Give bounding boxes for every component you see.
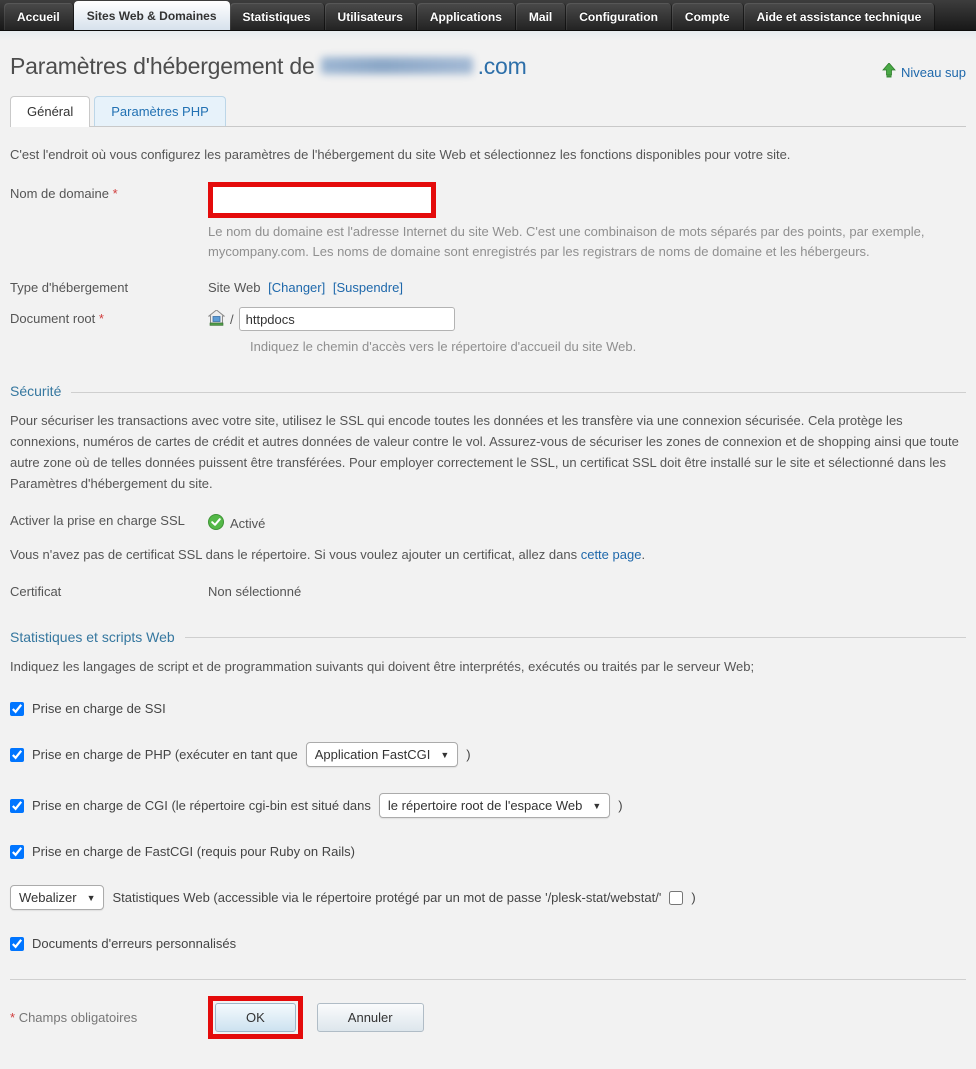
path-slash: /	[230, 312, 234, 327]
tab-general[interactable]: Général	[10, 96, 90, 127]
top-navigation: Accueil Sites Web & Domaines Statistique…	[0, 0, 976, 31]
chevron-down-icon: ▼	[440, 750, 449, 760]
cgi-bin-selected-value: le répertoire root de l'espace Web	[388, 798, 582, 813]
page-intro-text: C'est l'endroit où vous configurez les p…	[10, 147, 966, 162]
nav-tab-mail[interactable]: Mail	[516, 3, 566, 30]
document-root-hint: Indiquez le chemin d'accès vers le réper…	[250, 337, 966, 357]
fastcgi-label: Prise en charge de FastCGI (requis pour …	[32, 844, 355, 859]
required-asterisk: *	[99, 311, 104, 326]
domain-name-label: Nom de domaine *	[10, 182, 208, 201]
domain-suffix: .com	[478, 53, 527, 79]
required-asterisk: *	[113, 186, 118, 201]
webscripts-section-heading: Statistiques et scripts Web	[10, 629, 175, 645]
nav-tab-configuration[interactable]: Configuration	[566, 3, 672, 30]
document-root-input[interactable]	[239, 307, 455, 331]
cgi-bin-location-select[interactable]: le répertoire root de l'espace Web ▼	[379, 793, 610, 818]
nav-tab-sites-web-domaines[interactable]: Sites Web & Domaines	[74, 1, 230, 30]
cgi-checkbox[interactable]	[10, 799, 24, 813]
certificate-note: Vous n'avez pas de certificat SSL dans l…	[10, 547, 966, 562]
enabled-check-icon	[208, 514, 224, 533]
page-title: Paramètres d'hébergement de .com	[10, 53, 527, 80]
up-level-label: Niveau sup	[901, 65, 966, 80]
certificate-value: Non sélectionné	[208, 584, 966, 599]
webstat-selected-value: Webalizer	[19, 890, 77, 905]
document-root-label: Document root *	[10, 307, 208, 326]
page-content: Paramètres d'hébergement de .com Niveau s…	[0, 53, 976, 1069]
section-divider	[71, 392, 966, 393]
nav-tab-utilisateurs[interactable]: Utilisateurs	[325, 3, 417, 30]
ssi-label: Prise en charge de SSI	[32, 701, 166, 716]
change-hosting-link[interactable]: [Changer]	[268, 280, 325, 295]
nav-tab-applications[interactable]: Applications	[417, 3, 516, 30]
fastcgi-checkbox[interactable]	[10, 845, 24, 859]
footer-divider	[10, 979, 966, 980]
certificate-label: Certificat	[10, 584, 208, 599]
error-docs-label: Documents d'erreurs personnalisés	[32, 936, 236, 951]
highlight-box-ok-button: OK	[208, 996, 303, 1039]
security-paragraph: Pour sécuriser les transactions avec vot…	[10, 411, 966, 494]
hosting-type-label: Type d'hébergement	[10, 276, 208, 295]
ssl-support-label: Activer la prise en charge SSL	[10, 513, 208, 528]
webscripts-intro: Indiquez les langages de script et de pr…	[10, 657, 966, 678]
nav-tab-compte[interactable]: Compte	[672, 3, 744, 30]
cancel-button[interactable]: Annuler	[317, 1003, 424, 1032]
webstat-select[interactable]: Webalizer ▼	[10, 885, 104, 910]
ssl-status-value: Activé	[230, 516, 265, 531]
nav-tab-statistiques[interactable]: Statistiques	[230, 3, 325, 30]
webstat-label: Statistiques Web (accessible via le répe…	[112, 890, 661, 905]
ssi-checkbox[interactable]	[10, 702, 24, 716]
chevron-down-icon: ▼	[592, 801, 601, 811]
close-paren: )	[691, 890, 695, 905]
php-handler-select[interactable]: Application FastCGI ▼	[306, 742, 459, 767]
up-arrow-icon	[882, 63, 896, 81]
section-divider	[185, 637, 966, 638]
domain-name-hint: Le nom du domaine est l'adresse Internet…	[208, 222, 950, 262]
settings-tabbar: Général Paramètres PHP	[10, 95, 966, 127]
nav-shadow-strip	[0, 31, 976, 41]
ok-button[interactable]: OK	[215, 1003, 296, 1032]
page-title-prefix: Paramètres d'hébergement de	[10, 53, 315, 79]
php-label: Prise en charge de PHP (exécuter en tant…	[32, 747, 298, 762]
redacted-domain-name	[321, 57, 473, 74]
close-paren: )	[618, 798, 622, 813]
close-paren: )	[466, 747, 470, 762]
security-section-heading: Sécurité	[10, 383, 61, 399]
highlight-box-domain-input	[208, 182, 436, 218]
nav-tab-accueil[interactable]: Accueil	[4, 3, 74, 30]
nav-tab-aide[interactable]: Aide et assistance technique	[744, 3, 936, 30]
required-fields-note: * Champs obligatoires	[10, 1010, 208, 1025]
php-handler-selected-value: Application FastCGI	[315, 747, 431, 762]
suspend-hosting-link[interactable]: [Suspendre]	[333, 280, 403, 295]
tab-parametres-php[interactable]: Paramètres PHP	[94, 96, 226, 126]
domain-name-input[interactable]	[214, 188, 430, 212]
error-docs-checkbox[interactable]	[10, 937, 24, 951]
webstat-protect-checkbox[interactable]	[669, 891, 683, 905]
hosting-type-value: Site Web	[208, 280, 261, 295]
cgi-label: Prise en charge de CGI (le répertoire cg…	[32, 798, 371, 813]
up-level-link[interactable]: Niveau sup	[882, 63, 966, 81]
cette-page-link[interactable]: cette page	[581, 547, 642, 562]
home-icon	[208, 310, 225, 329]
php-checkbox[interactable]	[10, 748, 24, 762]
chevron-down-icon: ▼	[87, 893, 96, 903]
